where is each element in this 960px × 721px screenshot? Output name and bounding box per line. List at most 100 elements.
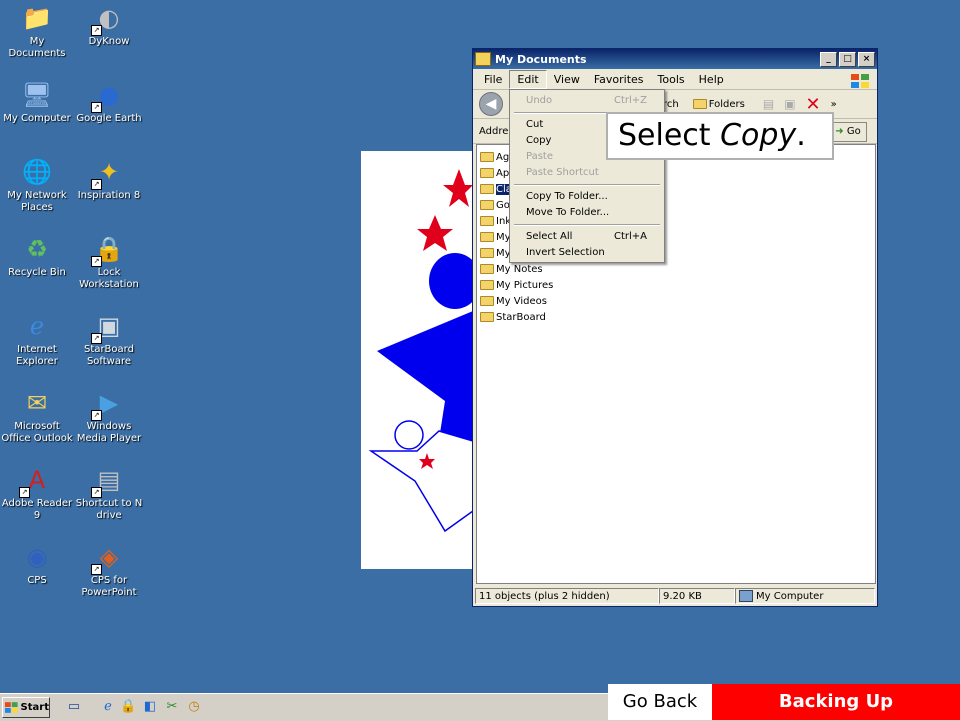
callout-emphasis: Copy bbox=[720, 118, 797, 153]
status-location: My Computer bbox=[735, 588, 875, 604]
status-location-label: My Computer bbox=[756, 590, 824, 602]
back-arrow-icon[interactable]: ◀ bbox=[479, 92, 503, 116]
desktop-icon[interactable]: 📁 My Documents bbox=[0, 2, 74, 60]
folder-icon bbox=[480, 296, 494, 306]
search-button[interactable]: rch bbox=[663, 99, 679, 110]
file-list-item[interactable]: My Videos bbox=[480, 294, 547, 308]
desktop-icon[interactable]: 🌐 My Network Places bbox=[0, 156, 74, 214]
menu-help[interactable]: Help bbox=[692, 71, 731, 88]
my-documents-icon: 📁 bbox=[22, 4, 52, 32]
desktop-icon[interactable]: ▤ ↗ Shortcut to N drive bbox=[72, 464, 146, 522]
desktop-icon[interactable]: ◉ CPS bbox=[0, 541, 74, 587]
file-list-item[interactable]: Gol bbox=[480, 198, 513, 212]
my-computer-icon: 🖥 bbox=[21, 81, 53, 109]
shortcut-arrow-icon: ↗ bbox=[91, 256, 102, 267]
desktop-quicklaunch-icon[interactable]: ▭ bbox=[66, 699, 82, 715]
desktop-icon-label: CPS for PowerPoint bbox=[81, 575, 137, 598]
folder-icon bbox=[480, 232, 494, 242]
window-title-bar[interactable]: My Documents _ □ × bbox=[473, 49, 877, 69]
desktop-icon[interactable]: ▣ ↗ StarBoard Software bbox=[72, 310, 146, 368]
folder-icon bbox=[480, 152, 494, 162]
menu-item-invert-selection[interactable]: Invert Selection bbox=[526, 247, 605, 259]
file-list-item[interactable]: My Pictures bbox=[480, 278, 553, 292]
desktop-icon[interactable]: ▶ ↗ Windows Media Player bbox=[72, 387, 146, 445]
move-to-icon[interactable]: ▤ bbox=[763, 97, 774, 111]
windows-flag-icon bbox=[5, 701, 18, 713]
folder-icon bbox=[480, 184, 494, 194]
folder-icon bbox=[480, 216, 494, 226]
file-list-item[interactable]: Cla bbox=[480, 182, 512, 196]
adobe-reader-icon: A ↗ bbox=[19, 464, 53, 498]
go-back-button[interactable]: Go Back bbox=[608, 684, 712, 720]
clock-quicklaunch-icon[interactable]: ◷ bbox=[186, 699, 202, 715]
menu-item-move-to-folder[interactable]: Move To Folder... bbox=[526, 207, 609, 219]
menu-item-select-all[interactable]: Select All bbox=[526, 231, 572, 243]
folders-icon bbox=[692, 99, 707, 109]
file-list-item[interactable]: My bbox=[480, 230, 511, 244]
shortcut-arrow-icon: ↗ bbox=[91, 487, 102, 498]
status-objects: 11 objects (plus 2 hidden) bbox=[475, 588, 659, 604]
shortcut-arrow-icon: ↗ bbox=[91, 25, 102, 36]
lock-quicklaunch-icon[interactable]: 🔒 bbox=[120, 699, 136, 715]
desktop-icon[interactable]: ✦ ↗ Inspiration 8 bbox=[72, 156, 146, 202]
menu-file[interactable]: File bbox=[477, 71, 509, 88]
app-quicklaunch-icon[interactable]: ◧ bbox=[142, 699, 158, 715]
desktop-icon[interactable]: A ↗ Adobe Reader 9 bbox=[0, 464, 74, 522]
menu-item-cut[interactable]: Cut bbox=[526, 119, 543, 131]
background-picture bbox=[361, 151, 481, 569]
desktop-icon[interactable]: ℯ Internet Explorer bbox=[0, 310, 74, 368]
desktop-icon[interactable]: ♻ Recycle Bin bbox=[0, 233, 74, 279]
desktop-icon-label: CPS bbox=[27, 575, 47, 586]
desktop-icon[interactable]: 🖥 My Computer bbox=[0, 79, 74, 125]
copy-to-icon[interactable]: ▣ bbox=[784, 97, 795, 111]
menu-item-paste[interactable]: Paste bbox=[526, 151, 553, 163]
desktop-icon[interactable]: ✉ Microsoft Office Outlook bbox=[0, 387, 74, 445]
status-bar: 11 objects (plus 2 hidden) 9.20 KB My Co… bbox=[475, 588, 875, 604]
minimize-button[interactable]: _ bbox=[820, 51, 837, 67]
file-list-item[interactable]: My Notes bbox=[480, 262, 543, 276]
desktop-icon-label: Windows Media Player bbox=[76, 421, 142, 444]
desktop-icon-label: Shortcut to N drive bbox=[75, 498, 143, 521]
shortcut-arrow-icon: ↗ bbox=[91, 102, 102, 113]
desktop-icon[interactable]: 🔒 ↗ Lock Workstation bbox=[72, 233, 146, 291]
address-label: Addre bbox=[479, 125, 509, 137]
folders-label: Folders bbox=[708, 98, 745, 110]
desktop-icon[interactable]: ● ↗ Google Earth bbox=[72, 79, 146, 125]
shortcut-arrow-icon: ↗ bbox=[91, 410, 102, 421]
desktop-icon-label: My Computer bbox=[3, 113, 71, 124]
menu-tools[interactable]: Tools bbox=[651, 71, 692, 88]
menu-view[interactable]: View bbox=[547, 71, 587, 88]
recycle-bin-icon: ♻ bbox=[26, 235, 48, 263]
menu-item-copy-to-folder[interactable]: Copy To Folder... bbox=[526, 191, 608, 203]
file-list-item[interactable]: Ink bbox=[480, 214, 511, 228]
folder-icon bbox=[480, 264, 494, 274]
file-list-item[interactable]: StarBoard bbox=[480, 310, 546, 324]
menu-favorites[interactable]: Favorites bbox=[587, 71, 651, 88]
folder-icon bbox=[480, 312, 494, 322]
maximize-button[interactable]: □ bbox=[839, 51, 856, 67]
google-earth-icon: ● ↗ bbox=[91, 79, 125, 113]
internet-explorer-quicklaunch-icon[interactable]: ℯ bbox=[100, 699, 116, 715]
menu-item-copy[interactable]: Copy bbox=[526, 135, 551, 147]
menu-bar: File Edit View Favorites Tools Help bbox=[473, 69, 877, 90]
windows-logo-icon bbox=[851, 74, 869, 88]
menu-item-undo[interactable]: Undo bbox=[526, 95, 552, 107]
undo-shortcut: Ctrl+Z bbox=[614, 95, 648, 106]
desktop-icon[interactable]: ◈ ↗ CPS for PowerPoint bbox=[72, 541, 146, 599]
window-title: My Documents bbox=[495, 52, 587, 66]
more-chevron-icon[interactable]: » bbox=[831, 99, 837, 110]
go-button[interactable]: ➜ Go bbox=[829, 122, 867, 142]
file-list-item[interactable]: Agi bbox=[480, 150, 512, 164]
desktop-icon[interactable]: ◐ ↗ DyKnow bbox=[72, 2, 146, 48]
file-list-item[interactable]: My bbox=[480, 246, 511, 260]
desktop-icon-label: Lock Workstation bbox=[79, 267, 139, 290]
close-button[interactable]: × bbox=[858, 51, 875, 67]
menu-edit[interactable]: Edit bbox=[509, 69, 547, 89]
folders-button[interactable]: Folders bbox=[692, 98, 745, 110]
shortcut-arrow-icon: ↗ bbox=[91, 179, 102, 190]
inspiration-icon: ✦ ↗ bbox=[91, 156, 125, 190]
menu-item-paste-shortcut[interactable]: Paste Shortcut bbox=[526, 167, 599, 179]
menu-separator bbox=[514, 184, 660, 186]
start-button[interactable]: Start bbox=[2, 697, 50, 718]
tools-quicklaunch-icon[interactable]: ✂ bbox=[164, 699, 180, 715]
